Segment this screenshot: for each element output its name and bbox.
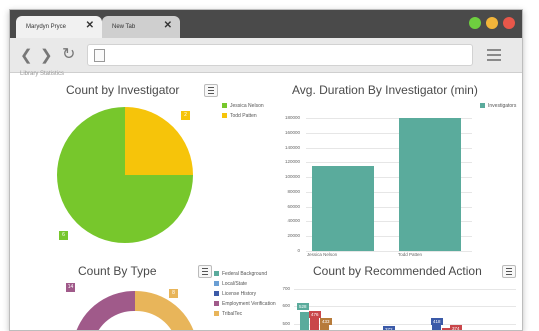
legend-item[interactable]: Local/State [214, 281, 247, 287]
y-tick-label: 700 [282, 286, 290, 291]
tab-label: Marydyn Pryce [26, 24, 67, 30]
legend-label: Jessica Nelson [230, 103, 264, 109]
chart-title: Avg. Duration By Investigator (min) [292, 83, 478, 97]
tab-new[interactable]: New Tab ✕ [102, 16, 180, 38]
bar-value-label: 374 [450, 325, 462, 331]
tab-bar: Marydyn Pryce ✕ New Tab ✕ [10, 10, 522, 38]
legend-swatch [214, 291, 219, 297]
y-tick-label: 140000 [284, 144, 300, 150]
reload-icon[interactable]: ↻ [62, 44, 75, 64]
chart-menu-button[interactable] [204, 84, 218, 97]
gridline [294, 289, 516, 290]
window-minimize-dot[interactable] [486, 17, 498, 29]
legend-swatch [214, 281, 219, 287]
tab-label: New Tab [112, 24, 136, 30]
bar-jessica-nelson[interactable] [312, 166, 374, 251]
bar-todd-patten[interactable] [399, 118, 461, 251]
tab-active[interactable]: Marydyn Pryce ✕ [16, 16, 102, 38]
legend-label: License History [222, 291, 257, 297]
action-bar[interactable] [310, 317, 319, 330]
legend-swatch [480, 103, 485, 109]
chart-title: Count By Type [78, 264, 157, 278]
pie-chart [57, 107, 193, 243]
browser-toolbar: ❮ ❯ ↻ [10, 38, 522, 73]
close-tab-icon[interactable]: ✕ [164, 20, 172, 31]
donut-slice-employment-verification[interactable] [73, 290, 135, 331]
legend-item[interactable]: TribalTec [214, 311, 242, 317]
y-tick-label: 80000 [287, 188, 300, 194]
breadcrumb: Library Statistics [20, 71, 65, 77]
legend-label: Investigators [488, 103, 517, 109]
legend-label: Federal Background [222, 271, 268, 277]
forward-icon[interactable]: ❯ [40, 46, 53, 64]
y-tick-label: 600 [282, 303, 290, 308]
legend-item[interactable]: Investigators [480, 103, 516, 109]
legend-item[interactable]: License History [214, 291, 256, 297]
y-tick-label: 100000 [284, 174, 300, 180]
y-tick-label: 40000 [287, 218, 300, 224]
legend-item[interactable]: Employment Verification [214, 301, 276, 307]
action-bar[interactable] [300, 312, 309, 330]
gridline [294, 306, 516, 307]
legend-swatch [214, 311, 219, 317]
data-label: 2 [180, 110, 191, 121]
window-maximize-dot[interactable] [469, 17, 481, 29]
donut-slice-tribaltec[interactable] [135, 290, 197, 331]
bar-value-label: 372 [383, 326, 395, 331]
close-tab-icon[interactable]: ✕ [86, 20, 94, 31]
legend-swatch [214, 301, 219, 307]
bar-value-label: 476 [309, 311, 321, 318]
legend-swatch [222, 103, 227, 109]
window-close-dot[interactable] [503, 17, 515, 29]
legend-item[interactable]: Jessica Nelson [222, 103, 264, 109]
back-icon[interactable]: ❮ [20, 46, 33, 64]
address-bar[interactable] [87, 44, 473, 66]
chart-menu-button[interactable] [502, 265, 516, 278]
y-tick-label: 60000 [287, 203, 300, 209]
legend-swatch [222, 113, 227, 119]
chart-title: Count by Investigator [66, 83, 180, 97]
legend-label: TribalTec [222, 311, 243, 317]
legend-item[interactable]: Federal Background [214, 271, 267, 277]
chart-menu-button[interactable] [198, 265, 212, 278]
x-category-label: Jessica Nelson [306, 252, 338, 257]
data-label: 14 [65, 282, 76, 293]
data-label: 6 [58, 230, 69, 241]
browser-window: Marydyn Pryce ✕ New Tab ✕ ❮ ❯ ↻ Library … [9, 9, 523, 331]
legend-label: Todd Patten [230, 113, 257, 119]
data-label: 8 [168, 288, 179, 299]
legend-label: Local/State [222, 281, 248, 287]
legend-item[interactable]: Todd Patten [222, 113, 257, 119]
x-category-label: Todd Patten [397, 252, 423, 257]
legend-swatch [214, 271, 219, 277]
chart-title: Count by Recommended Action [313, 264, 482, 278]
y-tick-label: 120000 [284, 159, 300, 165]
y-tick-label: 180000 [284, 115, 300, 120]
y-tick-label: 20000 [287, 233, 300, 239]
y-tick-label: 160000 [284, 129, 300, 135]
bar-value-label: 528 [297, 303, 309, 310]
dashboard: Library Statistics Count by Investigator… [10, 71, 522, 331]
menu-icon[interactable] [487, 49, 501, 64]
page-icon [94, 49, 105, 62]
